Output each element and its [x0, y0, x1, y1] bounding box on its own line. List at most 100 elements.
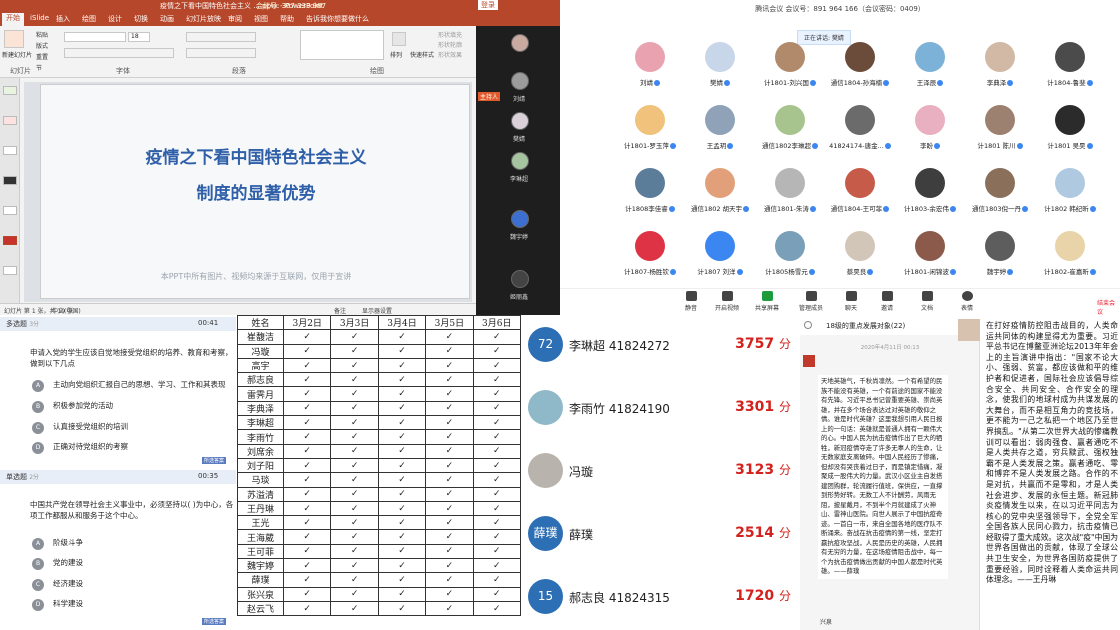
share-screen-button[interactable]: 共享屏幕 [752, 291, 782, 312]
participant-tile[interactable]: 计1803-余宏伟 [900, 168, 960, 228]
participant-tile[interactable]: 魏宇婷 [970, 231, 1030, 291]
language-indicator[interactable]: 中文(中国) [52, 306, 81, 315]
participant-tile[interactable]: 计1801 吴昊 [1040, 105, 1100, 165]
font-format-buttons[interactable] [64, 48, 174, 58]
question1-option-c[interactable]: C 认真接受党组织的培训 [32, 421, 128, 434]
tab-transitions[interactable]: 切换 [134, 14, 148, 24]
microphone-icon [883, 80, 890, 86]
slide-title-line2: 制度的显著优势 [196, 184, 316, 204]
shapes-gallery[interactable] [300, 30, 384, 60]
invite-button[interactable]: 邀请 [872, 291, 902, 312]
slide-thumbnail[interactable] [3, 116, 17, 125]
video-tile[interactable]: 刘靖 [484, 68, 554, 108]
participant-tile[interactable]: 41824174-唐金... [829, 105, 891, 165]
question2-option-a[interactable]: A 阶级斗争 [32, 537, 83, 550]
align-buttons[interactable] [186, 48, 256, 58]
participant-tile[interactable]: 计1801-刘兴国 [760, 42, 820, 102]
video-tile[interactable]: 魏宇婷 [484, 206, 554, 246]
participant-tile[interactable]: 计1801-罗玉萍 [620, 105, 680, 165]
new-slide-icon[interactable] [4, 30, 24, 48]
participant-tile[interactable]: 计1808李佳睿 [620, 168, 680, 228]
student-name: 郝志良 41824315 [569, 591, 670, 605]
attendance-check: ✓ [425, 329, 474, 345]
tab-review[interactable]: 审阅 [228, 14, 242, 24]
question2-option-d[interactable]: D 科学建设 [32, 598, 83, 611]
question1-option-d[interactable]: D 正确对待党组织的考察 [32, 441, 128, 454]
slide-thumbnail[interactable] [3, 86, 17, 95]
participant-tile[interactable]: 通信1803倪一丹 [970, 168, 1030, 228]
quick-style-button[interactable]: 快速样式 [410, 50, 434, 59]
arrange-icon[interactable] [392, 32, 406, 46]
font-name-select[interactable] [64, 32, 126, 42]
participant-tile[interactable]: 通信1804-孙海楠 [830, 42, 890, 102]
participant-tile[interactable]: 计1807 刘洋 [690, 231, 750, 291]
section-button[interactable]: 节 [36, 63, 42, 72]
slide-thumbnail[interactable] [3, 146, 17, 155]
participant-tile[interactable]: 计1807-杨胜钦 [620, 231, 680, 291]
slide-thumbnails [0, 78, 20, 303]
slide-thumbnail[interactable] [3, 266, 17, 275]
layout-button[interactable]: 版式 [36, 41, 48, 50]
shape-fill-button[interactable]: 形状填充 [438, 30, 462, 39]
tab-help[interactable]: 帮助 [280, 14, 294, 24]
participant-tile[interactable]: 蔡昊良 [830, 231, 890, 291]
tab-design[interactable]: 设计 [108, 14, 122, 24]
slide-thumbnail[interactable] [3, 236, 17, 245]
shape-outline-button[interactable]: 形状轮廓 [438, 40, 462, 49]
tab-draw[interactable]: 绘图 [82, 14, 96, 24]
manage-members-button[interactable]: 管理成员 [796, 291, 826, 312]
video-button[interactable]: 开启视频 [712, 291, 742, 312]
participant-tile[interactable]: 王孟玥 [690, 105, 750, 165]
reset-button[interactable]: 重置 [36, 52, 48, 61]
font-size-select[interactable]: 18 [128, 32, 150, 42]
question2-option-b[interactable]: B 党的建设 [32, 557, 83, 570]
slide-thumbnail[interactable] [3, 206, 17, 215]
documents-button[interactable]: 文档 [912, 291, 942, 312]
video-tile[interactable] [484, 30, 554, 70]
participant-tile[interactable]: 刘靖 [620, 42, 680, 102]
participant-tile[interactable]: 李典泽 [970, 42, 1030, 102]
student-name: 冯璇 [237, 343, 284, 359]
video-tile[interactable]: 樊婧 [484, 108, 554, 148]
participant-tile[interactable]: 通信1802李琳超 [760, 105, 820, 165]
participant-tile[interactable]: 通信1801-朱涛 [760, 168, 820, 228]
back-icon[interactable] [804, 321, 812, 329]
participant-tile[interactable]: 计1802 韩纪昕 [1040, 168, 1100, 228]
tab-view[interactable]: 视图 [254, 14, 268, 24]
video-tile[interactable]: 姬丽鑫 [484, 266, 554, 306]
arrange-button[interactable]: 排列 [390, 50, 402, 59]
participant-tile[interactable]: 计1801 陈川 [970, 105, 1030, 165]
paragraph-buttons[interactable] [186, 32, 256, 42]
chat-button[interactable]: 聊天 [836, 291, 866, 312]
participant-tile[interactable]: 计1802-崔嘉昕 [1040, 231, 1100, 291]
display-settings-button[interactable]: 显示器设置 [362, 306, 392, 315]
new-slide-button[interactable]: 新建幻灯片 [2, 50, 32, 59]
shape-effect-button[interactable]: 形状效果 [438, 50, 462, 59]
participant-tile[interactable]: 通信1804-王可菲 [830, 168, 890, 228]
participant-tile[interactable]: 李盼 [900, 105, 960, 165]
notes-button[interactable]: 备注 [334, 306, 346, 315]
participant-tile[interactable]: 计1805杨雪元 [760, 231, 820, 291]
emoji-button[interactable]: 表情 [952, 291, 982, 312]
end-meeting-button[interactable]: 结束会议 [1097, 298, 1120, 315]
paste-button[interactable]: 粘贴 [36, 30, 48, 39]
tab-animations[interactable]: 动画 [160, 14, 174, 24]
participant-tile[interactable]: 计1804-鲁斐 [1040, 42, 1100, 102]
mute-button[interactable]: 静音 [676, 291, 706, 312]
tab-islide[interactable]: iSlide [30, 14, 49, 22]
tell-me-search[interactable]: 告诉我你想要做什么 [306, 14, 369, 24]
question1-option-b[interactable]: B 积极参加党的活动 [32, 400, 113, 413]
question2-option-c[interactable]: C 经济建设 [32, 578, 83, 591]
participant-tile[interactable]: 通信1802 胡天宇 [690, 168, 750, 228]
question1-option-a[interactable]: A 主动向党组织汇报自己的思想、学习、工作和其表现 [32, 379, 226, 392]
participant-tile[interactable]: 计1801-闲锦波 [900, 231, 960, 291]
participant-tile[interactable]: 樊婧 [690, 42, 750, 102]
login-button[interactable]: 登录 [478, 0, 498, 10]
tab-insert[interactable]: 插入 [56, 14, 70, 24]
video-tile[interactable]: 李琳超 [484, 148, 554, 188]
current-slide[interactable]: 疫情之下看中国特色社会主义 制度的显著优势 本PPT中所有图片、视频均来源于互联… [40, 84, 470, 299]
tab-home[interactable]: 开始 [2, 13, 24, 26]
slide-thumbnail[interactable] [3, 176, 17, 185]
participant-tile[interactable]: 王泽辰 [900, 42, 960, 102]
tab-slideshow[interactable]: 幻灯片放映 [186, 14, 221, 24]
